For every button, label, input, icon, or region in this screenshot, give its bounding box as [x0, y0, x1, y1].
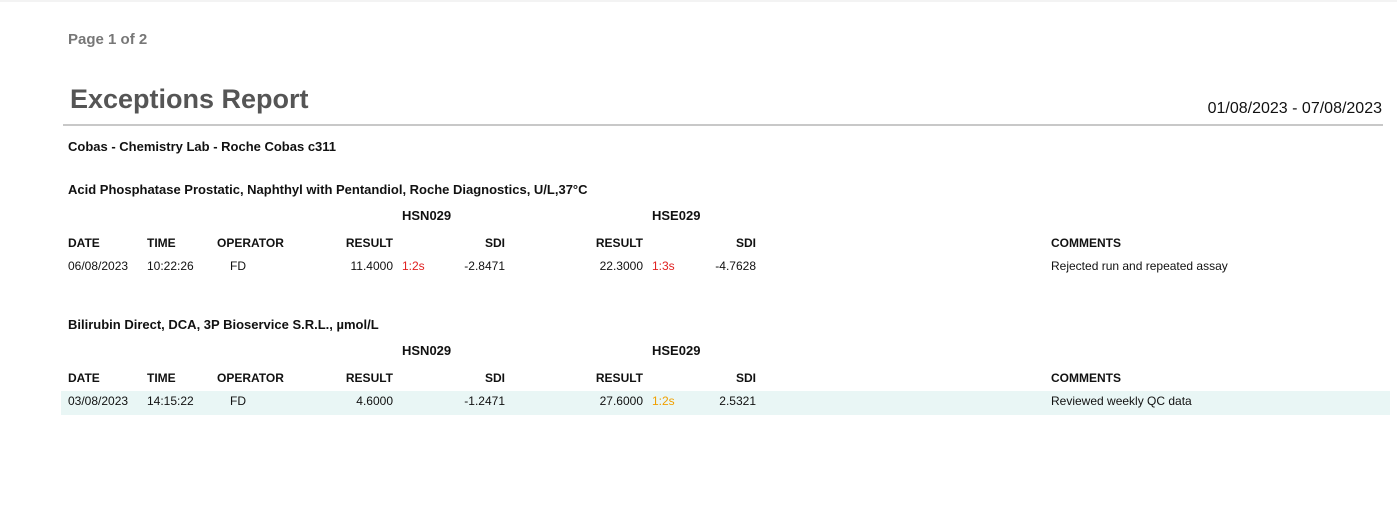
cell-time: 10:22:26 [147, 259, 194, 273]
cell-sdi-2: 2.5321 [719, 394, 756, 408]
cell-comment: Reviewed weekly QC data [1051, 394, 1192, 408]
lab-name: Cobas - Chemistry Lab - Roche Cobas c311 [68, 139, 337, 154]
col-sdi-2-header: SDI [735, 371, 756, 385]
col-date-header: DATE [68, 236, 100, 250]
col-operator-header: OPERATOR [217, 371, 284, 385]
col-operator-header: OPERATOR [217, 236, 284, 250]
page-number: Page 1 of 2 [68, 31, 148, 48]
cell-date: 06/08/2023 [68, 259, 129, 273]
test-name: Bilirubin Direct, DCA, 3P Bioservice S.R… [68, 317, 379, 332]
cell-operator: FD [230, 259, 246, 273]
report-title: Exceptions Report [70, 84, 309, 114]
date-range: 01/08/2023 - 07/08/2023 [1207, 100, 1382, 117]
cell-sdi-1: -1.2471 [464, 394, 505, 408]
page-top-border [0, 0, 1397, 2]
cell-comment: Rejected run and repeated assay [1051, 259, 1228, 273]
cell-result-1: 11.4000 [350, 259, 394, 273]
cell-sdi-1: -2.8471 [464, 259, 505, 273]
col-result-1-header: RESULT [345, 371, 393, 385]
lot-2-header: HSE029 [652, 343, 701, 358]
col-sdi-1-header: SDI [484, 236, 505, 250]
cell-date: 03/08/2023 [68, 394, 129, 408]
lot-1-header: HSN029 [402, 208, 452, 223]
lot-2-header: HSE029 [652, 208, 701, 223]
col-result-1-header: RESULT [345, 236, 393, 250]
cell-result-2: 27.6000 [599, 394, 643, 408]
col-time-header: TIME [147, 236, 176, 250]
test-name: Acid Phosphatase Prostatic, Naphthyl wit… [68, 182, 588, 197]
cell-time: 14:15:22 [147, 394, 194, 408]
title-divider [63, 124, 1383, 126]
cell-sdi-2: -4.7628 [715, 259, 756, 273]
col-sdi-2-header: SDI [735, 236, 756, 250]
col-time-header: TIME [147, 371, 176, 385]
cell-operator: FD [230, 394, 246, 408]
cell-result-2: 22.3000 [599, 259, 643, 273]
col-result-2-header: RESULT [595, 371, 643, 385]
col-comments-header: COMMENTS [1051, 236, 1121, 250]
cell-result-1: 4.6000 [356, 394, 393, 408]
lot-1-header: HSN029 [402, 343, 452, 358]
col-sdi-1-header: SDI [484, 371, 505, 385]
col-result-2-header: RESULT [595, 236, 643, 250]
col-comments-header: COMMENTS [1051, 371, 1121, 385]
col-date-header: DATE [68, 371, 100, 385]
